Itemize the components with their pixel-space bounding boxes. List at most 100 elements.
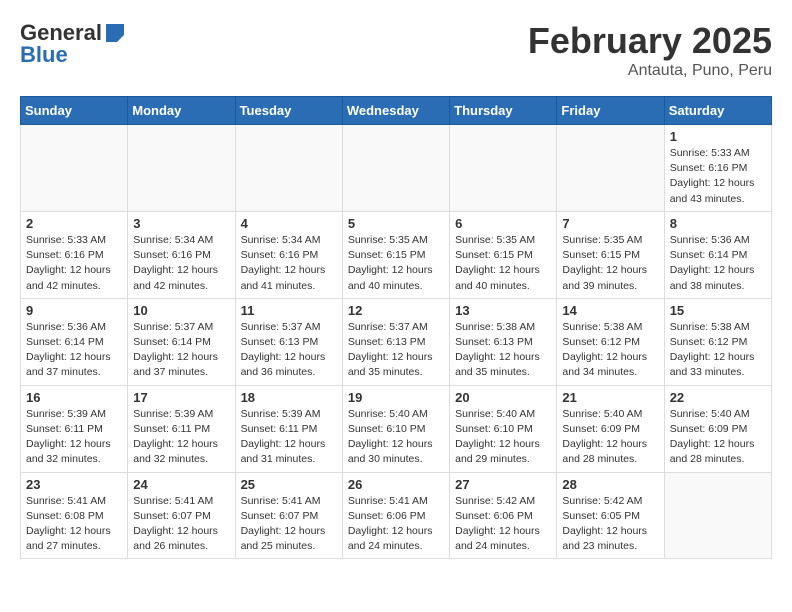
day-number: 23: [26, 477, 122, 492]
day-info: Sunrise: 5:37 AMSunset: 6:14 PMDaylight:…: [133, 320, 229, 381]
day-of-week-header: Wednesday: [342, 97, 449, 125]
calendar-day-cell: 14 Sunrise: 5:38 AMSunset: 6:12 PMDayligh…: [557, 298, 664, 385]
day-number: 20: [455, 390, 551, 405]
day-info: Sunrise: 5:39 AMSunset: 6:11 PMDaylight:…: [133, 407, 229, 468]
calendar-day-cell: [342, 125, 449, 212]
day-number: 19: [348, 390, 444, 405]
calendar-day-cell: 4 Sunrise: 5:34 AMSunset: 6:16 PMDaylight…: [235, 211, 342, 298]
day-number: 26: [348, 477, 444, 492]
day-info: Sunrise: 5:37 AMSunset: 6:13 PMDaylight:…: [348, 320, 444, 381]
day-info: Sunrise: 5:41 AMSunset: 6:07 PMDaylight:…: [241, 494, 337, 555]
day-number: 18: [241, 390, 337, 405]
calendar-day-cell: 22 Sunrise: 5:40 AMSunset: 6:09 PMDayligh…: [664, 385, 771, 472]
day-info: Sunrise: 5:40 AMSunset: 6:10 PMDaylight:…: [455, 407, 551, 468]
calendar-day-cell: 12 Sunrise: 5:37 AMSunset: 6:13 PMDayligh…: [342, 298, 449, 385]
calendar-day-cell: 6Sunrise: 5:35 AMSunset: 6:15 PMDaylight…: [450, 211, 557, 298]
calendar-day-cell: [664, 472, 771, 559]
day-number: 10: [133, 303, 229, 318]
day-of-week-header: Monday: [128, 97, 235, 125]
calendar-day-cell: 15 Sunrise: 5:38 AMSunset: 6:12 PMDayligh…: [664, 298, 771, 385]
calendar-day-cell: 20 Sunrise: 5:40 AMSunset: 6:10 PMDayligh…: [450, 385, 557, 472]
calendar-day-cell: 9 Sunrise: 5:36 AMSunset: 6:14 PMDaylight…: [21, 298, 128, 385]
day-of-week-header: Thursday: [450, 97, 557, 125]
day-info: Sunrise: 5:40 AMSunset: 6:10 PMDaylight:…: [348, 407, 444, 468]
calendar-day-cell: 11 Sunrise: 5:37 AMSunset: 6:13 PMDayligh…: [235, 298, 342, 385]
day-number: 16: [26, 390, 122, 405]
day-number: 4: [241, 216, 337, 231]
calendar-week-row: 16 Sunrise: 5:39 AMSunset: 6:11 PMDayligh…: [21, 385, 772, 472]
calendar-day-cell: 13Sunrise: 5:38 AMSunset: 6:13 PMDayligh…: [450, 298, 557, 385]
day-info: Sunrise: 5:41 AMSunset: 6:08 PMDaylight:…: [26, 494, 122, 555]
day-number: 9: [26, 303, 122, 318]
calendar-day-cell: 16 Sunrise: 5:39 AMSunset: 6:11 PMDayligh…: [21, 385, 128, 472]
calendar-day-cell: 8 Sunrise: 5:36 AMSunset: 6:14 PMDaylight…: [664, 211, 771, 298]
calendar-day-cell: 1Sunrise: 5:33 AMSunset: 6:16 PMDaylight…: [664, 125, 771, 212]
day-number: 1: [670, 129, 766, 144]
day-number: 21: [562, 390, 658, 405]
calendar-week-row: 23 Sunrise: 5:41 AMSunset: 6:08 PMDayligh…: [21, 472, 772, 559]
calendar-day-cell: 7Sunrise: 5:35 AMSunset: 6:15 PMDaylight…: [557, 211, 664, 298]
day-info: Sunrise: 5:41 AMSunset: 6:06 PMDaylight:…: [348, 494, 444, 555]
day-info: Sunrise: 5:40 AMSunset: 6:09 PMDaylight:…: [670, 407, 766, 468]
day-number: 7: [562, 216, 658, 231]
title-block: February 2025 Antauta, Puno, Peru: [528, 20, 772, 80]
location-subtitle: Antauta, Puno, Peru: [528, 62, 772, 80]
day-number: 22: [670, 390, 766, 405]
day-number: 11: [241, 303, 337, 318]
day-info: Sunrise: 5:36 AMSunset: 6:14 PMDaylight:…: [670, 233, 766, 294]
calendar-week-row: 1Sunrise: 5:33 AMSunset: 6:16 PMDaylight…: [21, 125, 772, 212]
calendar-day-cell: 3Sunrise: 5:34 AMSunset: 6:16 PMDaylight…: [128, 211, 235, 298]
day-info: Sunrise: 5:42 AMSunset: 6:05 PMDaylight:…: [562, 494, 658, 555]
day-info: Sunrise: 5:35 AMSunset: 6:15 PMDaylight:…: [348, 233, 444, 294]
day-number: 25: [241, 477, 337, 492]
calendar-week-row: 2 Sunrise: 5:33 AMSunset: 6:16 PMDaylight…: [21, 211, 772, 298]
day-number: 24: [133, 477, 229, 492]
day-of-week-header: Tuesday: [235, 97, 342, 125]
calendar-day-cell: 27 Sunrise: 5:42 AMSunset: 6:06 PMDayligh…: [450, 472, 557, 559]
logo: General Blue: [20, 20, 126, 68]
day-info: Sunrise: 5:37 AMSunset: 6:13 PMDaylight:…: [241, 320, 337, 381]
day-of-week-header: Saturday: [664, 97, 771, 125]
calendar-day-cell: 28 Sunrise: 5:42 AMSunset: 6:05 PMDayligh…: [557, 472, 664, 559]
day-number: 2: [26, 216, 122, 231]
day-info: Sunrise: 5:39 AMSunset: 6:11 PMDaylight:…: [26, 407, 122, 468]
calendar-day-cell: 21Sunrise: 5:40 AMSunset: 6:09 PMDayligh…: [557, 385, 664, 472]
calendar-day-cell: 19 Sunrise: 5:40 AMSunset: 6:10 PMDayligh…: [342, 385, 449, 472]
day-info: Sunrise: 5:36 AMSunset: 6:14 PMDaylight:…: [26, 320, 122, 381]
logo-blue-text: Blue: [20, 42, 68, 68]
day-number: 12: [348, 303, 444, 318]
calendar-day-cell: 25 Sunrise: 5:41 AMSunset: 6:07 PMDayligh…: [235, 472, 342, 559]
calendar-day-cell: [128, 125, 235, 212]
day-number: 5: [348, 216, 444, 231]
day-info: Sunrise: 5:38 AMSunset: 6:12 PMDaylight:…: [562, 320, 658, 381]
day-of-week-header: Friday: [557, 97, 664, 125]
calendar-header-row: SundayMondayTuesdayWednesdayThursdayFrid…: [21, 97, 772, 125]
calendar-day-cell: [21, 125, 128, 212]
calendar-day-cell: 10 Sunrise: 5:37 AMSunset: 6:14 PMDayligh…: [128, 298, 235, 385]
day-number: 3: [133, 216, 229, 231]
calendar-day-cell: [235, 125, 342, 212]
page-header: General Blue February 2025 Antauta, Puno…: [20, 20, 772, 80]
day-number: 17: [133, 390, 229, 405]
day-number: 28: [562, 477, 658, 492]
day-number: 14: [562, 303, 658, 318]
day-info: Sunrise: 5:39 AMSunset: 6:11 PMDaylight:…: [241, 407, 337, 468]
calendar-day-cell: 23 Sunrise: 5:41 AMSunset: 6:08 PMDayligh…: [21, 472, 128, 559]
day-number: 27: [455, 477, 551, 492]
calendar-day-cell: [450, 125, 557, 212]
calendar-day-cell: 18 Sunrise: 5:39 AMSunset: 6:11 PMDayligh…: [235, 385, 342, 472]
day-info: Sunrise: 5:38 AMSunset: 6:12 PMDaylight:…: [670, 320, 766, 381]
day-info: Sunrise: 5:33 AMSunset: 6:16 PMDaylight:…: [26, 233, 122, 294]
calendar-table: SundayMondayTuesdayWednesdayThursdayFrid…: [20, 96, 772, 559]
day-number: 13: [455, 303, 551, 318]
day-number: 15: [670, 303, 766, 318]
calendar-day-cell: 5 Sunrise: 5:35 AMSunset: 6:15 PMDaylight…: [342, 211, 449, 298]
day-info: Sunrise: 5:34 AMSunset: 6:16 PMDaylight:…: [241, 233, 337, 294]
calendar-day-cell: [557, 125, 664, 212]
day-info: Sunrise: 5:41 AMSunset: 6:07 PMDaylight:…: [133, 494, 229, 555]
calendar-day-cell: 26 Sunrise: 5:41 AMSunset: 6:06 PMDayligh…: [342, 472, 449, 559]
day-number: 8: [670, 216, 766, 231]
logo-icon: [104, 22, 126, 44]
day-number: 6: [455, 216, 551, 231]
day-info: Sunrise: 5:42 AMSunset: 6:06 PMDaylight:…: [455, 494, 551, 555]
